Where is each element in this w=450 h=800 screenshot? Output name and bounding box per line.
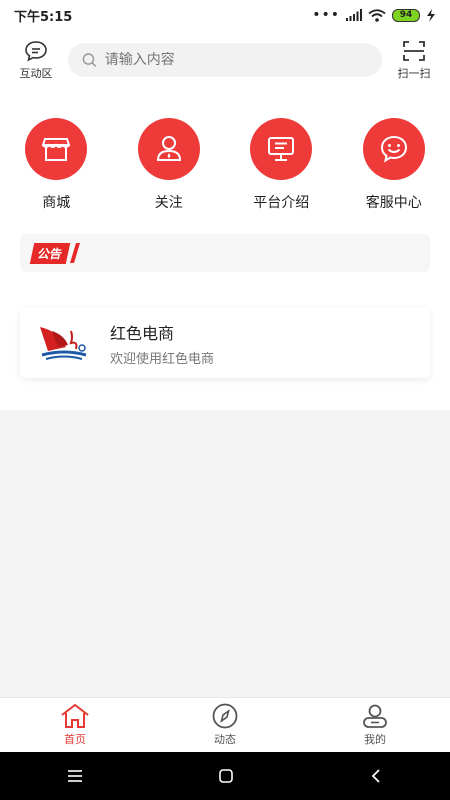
merchant-title: 红色电商 bbox=[110, 323, 175, 343]
profile-icon bbox=[363, 704, 387, 728]
compass-icon bbox=[212, 703, 238, 729]
menu-item-customer-service[interactable]: 客服中心 bbox=[344, 118, 444, 212]
menu-label-mall: 商城 bbox=[42, 195, 71, 211]
status-time: 下午5:15 bbox=[14, 9, 73, 25]
menu-label-customer-service: 客服中心 bbox=[365, 195, 422, 211]
interactive-zone-button[interactable]: 互动区 bbox=[12, 40, 60, 81]
menu-icon[interactable] bbox=[67, 769, 83, 783]
home-square-icon[interactable] bbox=[218, 768, 234, 784]
scan-button[interactable]: 扫一扫 bbox=[390, 40, 438, 81]
wifi-icon bbox=[368, 8, 386, 22]
scan-label: 扫一扫 bbox=[397, 66, 431, 80]
status-icons: ••• 94 bbox=[312, 7, 436, 23]
search-bar[interactable] bbox=[68, 43, 382, 77]
merchant-card[interactable]: 红色电商 欢迎使用红色电商 bbox=[20, 308, 430, 378]
charging-icon bbox=[427, 8, 435, 22]
interactive-zone-label: 互动区 bbox=[19, 66, 53, 80]
top-bar: 互动区 扫一扫 bbox=[0, 30, 450, 90]
monitor-icon bbox=[250, 118, 313, 180]
merchant-text: 红色电商 欢迎使用红色电商 bbox=[110, 320, 214, 367]
search-input[interactable] bbox=[104, 52, 368, 68]
notice-bar[interactable]: 公告 bbox=[20, 234, 430, 272]
more-dots-icon: ••• bbox=[312, 7, 340, 23]
scan-icon bbox=[403, 40, 425, 61]
menu-item-follow[interactable]: 关注 bbox=[119, 118, 219, 212]
home-content: 商城 关注 平台介绍 客服中心 公告 红色电商 欢迎使用红色电商 bbox=[0, 90, 450, 410]
store-icon bbox=[25, 118, 88, 180]
smile-chat-icon bbox=[362, 118, 425, 180]
tab-feed[interactable]: 动态 bbox=[150, 698, 300, 752]
tab-label-feed: 动态 bbox=[214, 733, 236, 746]
quick-menu: 商城 关注 平台介绍 客服中心 bbox=[0, 90, 450, 212]
tab-label-mine: 我的 bbox=[364, 733, 386, 746]
status-bar: 下午5:15 ••• 94 bbox=[0, 0, 450, 30]
battery-icon: 94 bbox=[392, 8, 420, 22]
menu-label-follow: 关注 bbox=[154, 195, 183, 211]
menu-label-platform-intro: 平台介绍 bbox=[253, 195, 310, 211]
menu-item-platform-intro[interactable]: 平台介绍 bbox=[231, 118, 331, 212]
user-icon bbox=[137, 118, 200, 180]
notice-slash-icon bbox=[70, 243, 81, 263]
menu-item-mall[interactable]: 商城 bbox=[6, 118, 106, 212]
notice-tag: 公告 bbox=[29, 242, 71, 264]
red-sail-logo-icon bbox=[40, 327, 87, 360]
tab-mine[interactable]: 我的 bbox=[300, 698, 450, 752]
merchant-subtitle: 欢迎使用红色电商 bbox=[110, 351, 215, 367]
bottom-tab-bar: 首页 动态 我的 bbox=[0, 697, 450, 752]
tab-home[interactable]: 首页 bbox=[0, 698, 150, 752]
chat-bubble-icon bbox=[25, 40, 47, 62]
search-icon bbox=[82, 53, 97, 67]
tab-label-home: 首页 bbox=[64, 733, 86, 746]
home-icon bbox=[61, 703, 89, 728]
back-icon[interactable] bbox=[369, 768, 383, 784]
system-navigation-bar bbox=[0, 752, 450, 800]
signal-icon bbox=[346, 9, 362, 21]
